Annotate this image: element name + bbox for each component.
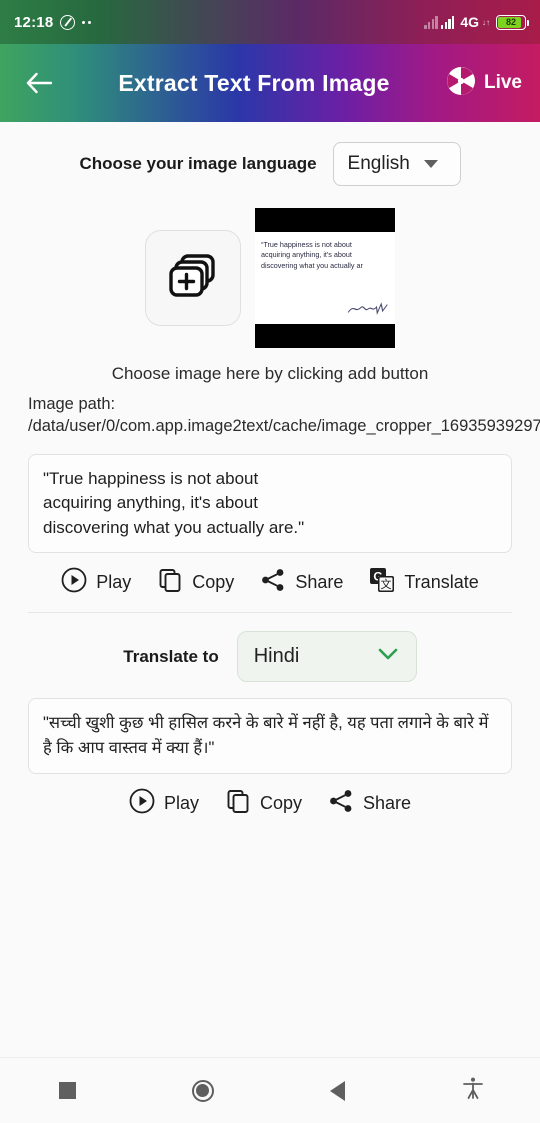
image-language-value: English	[347, 153, 410, 174]
share-icon	[328, 788, 354, 819]
extracted-share-button[interactable]: Share	[260, 567, 343, 598]
main-content: Choose your image language English “True…	[0, 122, 540, 1057]
translate-to-row: Translate to Hindi	[0, 631, 540, 683]
thumbnail-line-3: discovering what you actually ar	[261, 260, 363, 270]
status-bar: 12:18 4G ↓↑ 82	[0, 0, 540, 44]
section-divider	[28, 612, 512, 614]
extracted-copy-label: Copy	[192, 572, 235, 593]
translated-copy-label: Copy	[259, 792, 302, 813]
thumbnail-top-bar	[255, 208, 395, 232]
android-nav-bar	[0, 1057, 540, 1123]
home-circle-icon	[191, 1079, 214, 1102]
extracted-translate-button[interactable]: G 文 Translate	[369, 567, 479, 598]
caret-down-icon	[423, 160, 438, 168]
nav-home-button[interactable]	[135, 1079, 270, 1102]
share-icon	[260, 567, 286, 598]
svg-text:文: 文	[381, 577, 392, 591]
accessibility-icon	[461, 1076, 485, 1105]
image-language-dropdown[interactable]: English	[332, 142, 461, 186]
back-arrow-icon[interactable]	[16, 60, 62, 106]
do-not-disturb-icon	[60, 14, 76, 30]
battery-level-label: 82	[505, 17, 516, 27]
copy-icon	[225, 788, 251, 819]
nav-back-button[interactable]	[270, 1080, 405, 1101]
translate-to-label: Translate to	[123, 646, 219, 666]
live-label: Live	[483, 72, 522, 93]
translated-actions-row: Play Copy Share	[0, 788, 540, 819]
google-translate-icon: G 文	[369, 567, 395, 598]
app-root: 12:18 4G ↓↑ 82 Extract Text From Image L…	[0, 0, 540, 1123]
network-type-label: 4G	[460, 14, 479, 30]
recents-square-icon	[59, 1082, 76, 1099]
image-thumbnail[interactable]: “True happiness is not about acquiring a…	[255, 208, 395, 348]
translate-to-dropdown[interactable]: Hindi	[236, 631, 417, 683]
status-time: 12:18	[14, 13, 54, 31]
extracted-text-box[interactable]: "True happiness is not about acquiring a…	[28, 453, 512, 554]
nav-recents-button[interactable]	[0, 1082, 135, 1099]
status-bar-left: 12:18	[14, 13, 92, 31]
signal-strength-icon	[424, 15, 455, 29]
add-image-stack-icon	[165, 248, 221, 309]
thumbnail-bottom-bar	[255, 324, 395, 348]
picker-hint: Choose image here by clicking add button	[111, 364, 429, 383]
translated-share-button[interactable]: Share	[328, 788, 411, 819]
translated-copy-button[interactable]: Copy	[225, 788, 302, 819]
image-path-label: Image path: /data/user/0/com.app.image2t…	[28, 395, 540, 435]
translated-share-label: Share	[363, 792, 412, 813]
copy-icon	[157, 567, 183, 598]
play-circle-icon	[61, 567, 87, 598]
extracted-share-label: Share	[295, 572, 344, 593]
thumbnail-signature	[345, 300, 393, 319]
thumbnail-body: “True happiness is not about acquiring a…	[255, 232, 395, 324]
page-title: Extract Text From Image	[118, 69, 390, 96]
nav-accessibility-button[interactable]	[405, 1076, 540, 1105]
extracted-play-button[interactable]: Play	[61, 567, 131, 598]
translate-to-value: Hindi	[253, 645, 300, 668]
add-image-button[interactable]	[145, 230, 241, 326]
app-bar: Extract Text From Image Live	[0, 44, 540, 122]
status-dots-icon	[82, 20, 92, 24]
translated-text-box[interactable]: "सच्ची खुशी कुछ भी हासिल करने के बारे मे…	[28, 698, 512, 774]
extracted-translate-label: Translate	[404, 572, 479, 593]
camera-aperture-icon	[446, 66, 476, 101]
extracted-copy-button[interactable]: Copy	[157, 567, 234, 598]
translated-play-button[interactable]: Play	[129, 788, 199, 819]
data-activity-icon: ↓↑	[482, 17, 490, 27]
extracted-actions-row: Play Copy Share G 文 Translate	[0, 567, 540, 598]
thumbnail-line-1: “True happiness is not about	[261, 240, 352, 249]
extracted-play-label: Play	[96, 572, 132, 593]
battery-icon: 82	[496, 14, 529, 30]
translated-play-label: Play	[163, 792, 199, 813]
image-language-label: Choose your image language	[79, 154, 317, 173]
back-triangle-icon	[330, 1080, 345, 1101]
image-picker-row: “True happiness is not about acquiring a…	[0, 208, 540, 348]
live-button[interactable]: Live	[446, 66, 524, 101]
play-circle-icon	[129, 788, 155, 819]
status-bar-right: 4G ↓↑ 82	[424, 14, 529, 30]
image-language-row: Choose your image language English	[0, 142, 540, 186]
chevron-down-icon	[376, 646, 400, 667]
thumbnail-line-2: acquiring anything, it's about	[261, 250, 352, 260]
